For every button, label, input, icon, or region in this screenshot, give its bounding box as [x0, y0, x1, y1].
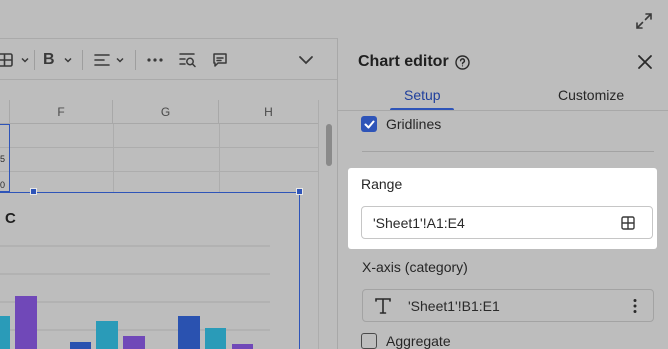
chart-bar: [96, 321, 118, 349]
comment-button[interactable]: [212, 49, 228, 71]
range-input-value: 'Sheet1'!A1:E4: [373, 215, 465, 231]
aggregate-checkbox[interactable]: [361, 333, 377, 349]
align-icon: [94, 54, 110, 66]
check-icon: [364, 120, 374, 128]
more-vertical-icon[interactable]: [633, 298, 637, 314]
xaxis-range-field[interactable]: 'Sheet1'!B1:E1: [362, 289, 654, 322]
toolbar-divider: [34, 50, 35, 70]
find-replace-button[interactable]: [179, 49, 197, 71]
select-range-icon[interactable]: [621, 216, 635, 230]
top-bar: [0, 0, 668, 38]
chevron-down-icon: [116, 57, 124, 63]
chart-bar: [232, 344, 253, 349]
chart-bar: [205, 328, 226, 349]
more-horizontal-icon: [147, 58, 163, 62]
align-button[interactable]: [94, 49, 126, 71]
xaxis-range-value: 'Sheet1'!B1:E1: [408, 298, 500, 314]
chart-bar: [123, 336, 145, 349]
gridlines-checkbox[interactable]: [361, 116, 377, 132]
comment-icon: [213, 53, 227, 67]
column-header-h[interactable]: H: [219, 100, 319, 124]
vertical-scrollbar[interactable]: [318, 100, 337, 349]
table-border-button[interactable]: [0, 49, 31, 71]
range-input[interactable]: 'Sheet1'!A1:E4: [361, 206, 653, 239]
scrollbar-thumb[interactable]: [326, 124, 332, 166]
resize-handle[interactable]: [30, 188, 37, 195]
chart-bar: [0, 316, 10, 349]
bold-button[interactable]: B: [43, 49, 74, 71]
more-button[interactable]: [146, 49, 164, 71]
tab-customize[interactable]: Customize: [558, 87, 624, 103]
row-gridline: [0, 147, 318, 148]
xaxis-label: X-axis (category): [362, 259, 468, 275]
aggregate-checkbox-row[interactable]: Aggregate: [361, 333, 451, 349]
chart-plot-area: [0, 245, 270, 349]
tabs-divider: [338, 110, 668, 111]
tab-setup[interactable]: Setup: [404, 87, 441, 103]
collapse-toolbar-button[interactable]: [298, 49, 314, 71]
section-divider: [362, 151, 654, 152]
column-header-g[interactable]: G: [113, 100, 219, 124]
chart-title: C: [5, 210, 16, 227]
toolbar-divider: [82, 50, 83, 70]
chart-bar: [15, 296, 37, 349]
formatting-toolbar: B: [0, 38, 337, 80]
chevron-down-icon: [64, 57, 72, 63]
cell-value: 0: [0, 180, 6, 190]
help-icon[interactable]: [455, 55, 470, 70]
chart-bar: [178, 316, 200, 349]
bold-icon: B: [43, 51, 55, 68]
cell-value: 5: [0, 154, 6, 164]
collapse-chevron-icon: [299, 56, 313, 65]
chevron-down-icon: [21, 57, 29, 63]
find-replace-icon: [179, 53, 196, 68]
expand-icon[interactable]: [634, 11, 654, 31]
chart-bar: [70, 342, 91, 349]
table-border-icon: [0, 53, 13, 67]
column-header[interactable]: [0, 100, 10, 124]
range-section: Range 'Sheet1'!A1:E4: [348, 168, 657, 249]
range-label: Range: [361, 176, 403, 192]
aggregate-label: Aggregate: [386, 333, 451, 349]
text-type-icon: [375, 298, 391, 314]
resize-handle[interactable]: [296, 188, 303, 195]
column-header-f[interactable]: F: [10, 100, 113, 124]
gridlines-label: Gridlines: [386, 116, 442, 132]
toolbar-divider: [135, 50, 136, 70]
row-gridline: [0, 171, 318, 172]
close-icon[interactable]: [637, 54, 653, 70]
panel-title: Chart editor: [358, 53, 449, 70]
gridlines-checkbox-row[interactable]: Gridlines: [361, 116, 441, 132]
